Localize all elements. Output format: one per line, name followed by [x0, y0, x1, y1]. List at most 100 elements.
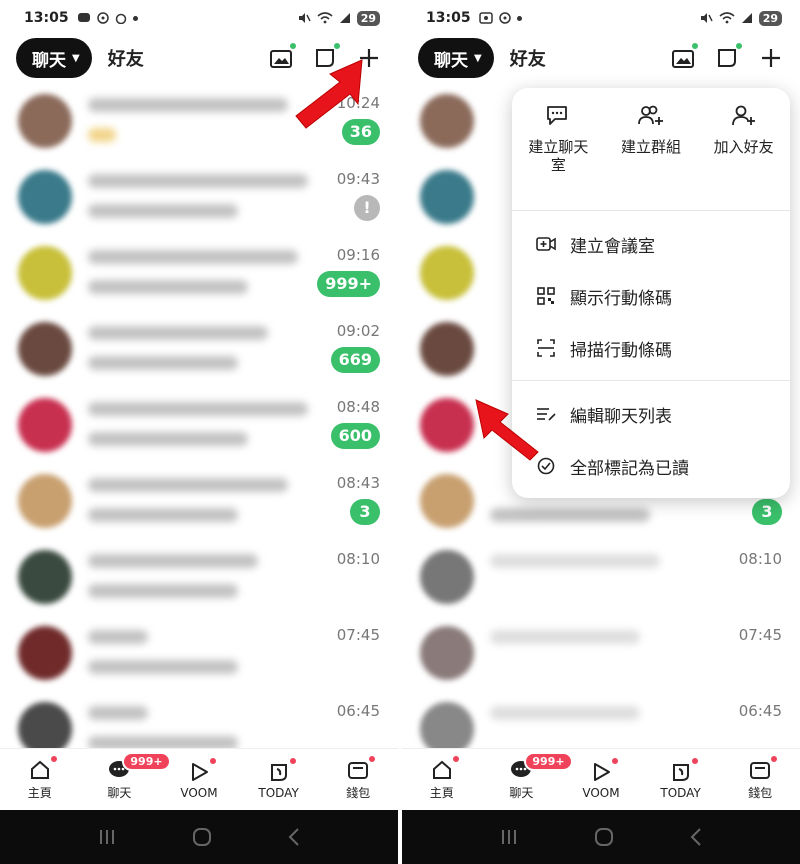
nav-today[interactable]: TODAY — [641, 749, 721, 810]
create-chat-label: 建立聊天室 — [528, 138, 589, 174]
openchat-button[interactable] — [714, 43, 742, 71]
nav-voom-label: VOOM — [180, 785, 218, 800]
chat-row[interactable]: 06:45 — [0, 694, 398, 748]
battery-icon: 29 — [356, 10, 380, 26]
chat-tab-dropdown[interactable]: 聊天 ▼ — [418, 38, 494, 78]
chat-row[interactable]: 08:10 — [402, 542, 800, 616]
scan-qr-label: 掃描行動條碼 — [570, 340, 672, 361]
nav-home[interactable]: 主頁 — [0, 749, 80, 810]
status-time: 13:05 — [24, 10, 69, 26]
chat-tab-label: 聊天 — [434, 50, 468, 71]
nav-voom[interactable]: VOOM — [159, 749, 239, 810]
nav-chat[interactable]: 999+ 聊天 — [80, 749, 171, 810]
recents-icon[interactable] — [499, 828, 519, 846]
new-dot — [692, 43, 698, 49]
nav-today-label: TODAY — [258, 785, 299, 800]
chat-time: 07:45 — [336, 626, 380, 644]
avatar — [18, 626, 72, 680]
bottom-nav: 主頁 999+ 聊天 VOOM TODAY 錢包 — [402, 748, 800, 810]
caret-down-icon: ▼ — [474, 52, 482, 64]
nav-voom[interactable]: VOOM — [561, 749, 641, 810]
chat-name — [88, 98, 288, 112]
avatar — [18, 474, 72, 528]
caret-down-icon: ▼ — [72, 52, 80, 64]
avatar — [420, 170, 474, 224]
friends-tab[interactable]: 好友 — [510, 45, 546, 71]
create-meeting-item[interactable]: 建立會議室 — [536, 224, 780, 264]
album-button[interactable] — [670, 43, 698, 71]
mark-all-read-label: 全部標記為已讀 — [570, 458, 689, 479]
video-add-icon — [536, 237, 556, 251]
chat-row[interactable]: 06:45 — [402, 694, 800, 748]
chat-preview — [88, 660, 238, 674]
chat-row[interactable]: 09:02 669 — [0, 314, 398, 388]
new-dot — [334, 43, 340, 49]
chat-preview — [88, 736, 238, 748]
status-right: 29 — [699, 10, 782, 26]
pointer-arrow — [475, 399, 539, 461]
chat-row[interactable]: 07:45 — [0, 618, 398, 692]
add-friend-item[interactable]: 加入好友 — [697, 102, 790, 202]
home-icon — [30, 760, 49, 779]
plus-icon — [762, 49, 780, 67]
avatar — [420, 322, 474, 376]
chat-row[interactable]: 08:48 600 — [0, 390, 398, 464]
scan-icon — [537, 339, 555, 357]
create-meeting-label: 建立會議室 — [570, 236, 655, 257]
chat-preview — [490, 508, 650, 522]
chat-row[interactable]: 08:43 3 — [0, 466, 398, 540]
home-nav-icon[interactable] — [191, 826, 213, 848]
back-icon[interactable] — [689, 827, 703, 847]
mark-all-read-item[interactable]: 全部標記為已讀 — [536, 446, 780, 486]
chat-time: 08:10 — [738, 550, 782, 568]
edit-chat-list-item[interactable]: 編輯聊天列表 — [536, 394, 780, 434]
avatar — [420, 550, 474, 604]
create-group-item[interactable]: 建立群組 — [605, 102, 698, 202]
nav-home[interactable]: 主頁 — [402, 749, 482, 810]
wallet-icon — [348, 762, 369, 779]
chat-name — [88, 174, 308, 188]
nav-chat[interactable]: 999+ 聊天 — [482, 749, 573, 810]
friends-tab[interactable]: 好友 — [108, 45, 144, 71]
home-nav-icon[interactable] — [593, 826, 615, 848]
pointer-arrow — [295, 59, 363, 129]
chat-row[interactable]: 08:10 — [0, 542, 398, 616]
signal-icon — [741, 13, 752, 23]
scan-qr-item[interactable]: 掃描行動條碼 — [536, 328, 780, 368]
alarm-icon — [115, 13, 126, 24]
chat-row[interactable]: 07:45 — [402, 618, 800, 692]
create-chat-item[interactable]: 建立聊天室 — [512, 102, 605, 202]
nav-today-label: TODAY — [660, 785, 701, 800]
nav-wallet-label: 錢包 — [748, 786, 773, 800]
add-button[interactable] — [758, 45, 784, 71]
wallet-icon — [750, 762, 771, 779]
chat-list: 10:24 36 09:43 ! 09:16 999+ 09:02 669 — [0, 86, 398, 748]
wifi-icon — [317, 12, 333, 24]
avatar — [420, 246, 474, 300]
new-dot — [369, 756, 376, 762]
wifi-icon — [719, 12, 735, 24]
status-notification-icons — [478, 12, 522, 24]
voom-icon — [191, 762, 208, 781]
chat-row[interactable]: 09:16 999+ — [0, 238, 398, 312]
menu-divider — [512, 380, 790, 381]
chat-tab-dropdown[interactable]: 聊天 ▼ — [16, 38, 92, 78]
nav-wallet[interactable]: 錢包 — [318, 749, 398, 810]
chat-tab-label: 聊天 — [32, 50, 66, 71]
recents-icon[interactable] — [97, 828, 117, 846]
show-qr-item[interactable]: 顯示行動條碼 — [536, 276, 780, 316]
new-dot — [50, 756, 57, 762]
nav-today[interactable]: TODAY — [239, 749, 319, 810]
chat-name — [490, 554, 660, 568]
back-icon[interactable] — [287, 827, 301, 847]
nav-wallet[interactable]: 錢包 — [720, 749, 800, 810]
status-right: 29 — [297, 10, 380, 26]
new-dot — [611, 757, 618, 764]
chat-time: 09:02 — [336, 322, 380, 340]
chat-time: 08:10 — [336, 550, 380, 568]
avatar — [18, 702, 72, 748]
mute-icon — [298, 13, 311, 23]
header: 聊天 ▼ 好友 — [402, 36, 800, 80]
chat-row[interactable]: 09:43 ! — [0, 162, 398, 236]
home-icon — [432, 760, 451, 779]
